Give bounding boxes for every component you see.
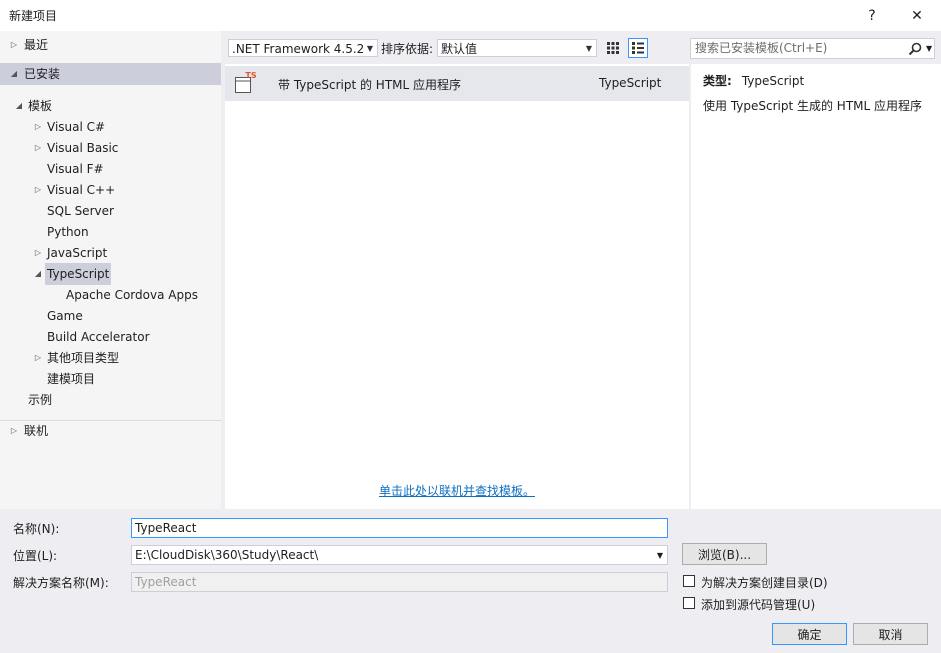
help-button[interactable]: ? [849,0,895,31]
tree-item[interactable]: ▷ Visual C++ [0,179,221,201]
list-icon [632,42,644,54]
tree-item-samples[interactable]: 示例 [0,389,221,411]
grid-icon [607,42,619,54]
expand-arrow-icon[interactable]: ▷ [33,179,43,201]
close-button[interactable]: ✕ [894,0,940,31]
name-field[interactable]: TypeReact [131,518,668,538]
framework-dropdown[interactable]: .NET Framework 4.5.2 ▼ [228,39,378,57]
expand-arrow-icon[interactable]: ▷ [9,420,19,442]
browse-button[interactable]: 浏览(B)... [682,543,767,565]
tree-item[interactable]: 建模项目 [0,368,221,390]
ts-badge: TS [245,71,256,80]
search-box[interactable]: 搜索已安装模板(Ctrl+E) ▼ [690,38,935,59]
sort-label: 排序依据: [381,42,434,56]
tree-item-label: JavaScript [47,246,108,260]
tree-item-label: Apache Cordova Apps [66,288,198,302]
name-label: 名称(N): [13,522,60,536]
collapse-arrow-icon[interactable]: ◢ [9,63,19,85]
tree-item[interactable]: Build Accelerator [0,326,221,348]
tree-item[interactable]: Visual F# [0,158,221,180]
tree-item-label: TypeScript [45,263,112,285]
template-description: 使用 TypeScript 生成的 HTML 应用程序 [703,99,923,113]
expand-arrow-icon[interactable]: ▷ [33,116,43,138]
tree-item-label: Game [47,309,83,323]
details-view-button[interactable] [628,38,648,58]
chevron-down-icon[interactable]: ▼ [657,548,663,563]
tree-item-online[interactable]: ▷ 联机 [0,420,221,442]
add-source-control-checkbox[interactable] [683,597,695,609]
tree-item[interactable]: ▷ Visual C# [0,116,221,138]
tree-item[interactable]: ▷ 其他项目类型 [0,347,221,369]
collapse-arrow-icon[interactable]: ◢ [14,95,24,117]
small-icons-view-button[interactable] [603,38,623,58]
search-icon[interactable] [908,42,922,56]
chevron-down-icon: ▼ [585,44,592,53]
tree-item-label: 建模项目 [47,372,96,386]
window-title: 新建项目 [9,9,58,23]
template-list: TS 带 TypeScript 的 HTML 应用程序 TypeScript 单… [225,64,689,509]
tree-item-label: 其他项目类型 [47,351,120,365]
tree-item[interactable]: Apache Cordova Apps [0,284,221,306]
tree-item[interactable]: ◢ TypeScript [0,263,221,285]
expand-arrow-icon[interactable]: ▷ [9,34,19,56]
create-directory-checkbox[interactable] [683,575,695,587]
expand-arrow-icon[interactable]: ▷ [33,347,43,369]
location-field[interactable]: E:\CloudDisk\360\Study\React\ ▼ [131,545,668,565]
tree-item-installed[interactable]: ◢ 已安装 [0,63,221,85]
tree-item-label: Visual F# [47,162,104,176]
list-item[interactable]: TS 带 TypeScript 的 HTML 应用程序 TypeScript [225,66,689,101]
title-bar: 新建项目 ? ✕ [0,0,941,31]
solution-name-label: 解决方案名称(M): [13,576,109,590]
search-input[interactable]: 搜索已安装模板(Ctrl+E) [695,41,827,56]
typescript-project-icon: TS [235,71,257,93]
location-label: 位置(L): [13,549,58,563]
collapse-arrow-icon[interactable]: ◢ [33,263,43,285]
template-details: 类型: TypeScript 使用 TypeScript 生成的 HTML 应用程… [691,64,941,509]
template-name: 带 TypeScript 的 HTML 应用程序 [278,78,462,92]
add-source-control-label[interactable]: 添加到源代码管理(U) [701,596,815,613]
template-tree: ▷ 最近 ◢ 已安装 ◢ 模板 ▷ Visual C# ▷ Visual Basic V… [0,31,221,509]
sort-dropdown[interactable]: 默认值 ▼ [437,39,597,57]
tree-item-label: Visual C# [47,120,106,134]
tree-item[interactable]: SQL Server [0,200,221,222]
template-language: TypeScript [599,76,662,90]
ok-button[interactable]: 确定 [772,623,847,645]
expand-arrow-icon[interactable]: ▷ [33,242,43,264]
chevron-down-icon[interactable]: ▼ [926,41,932,56]
solution-name-field: TypeReact [131,572,668,592]
tree-item-recent[interactable]: ▷ 最近 [0,34,221,56]
create-directory-label[interactable]: 为解决方案创建目录(D) [701,574,828,591]
tree-item[interactable]: ▷ Visual Basic [0,137,221,159]
tree-item-label: Build Accelerator [47,330,150,344]
tree-item[interactable]: Python [0,221,221,243]
tree-item-templates[interactable]: ◢ 模板 [0,95,221,117]
online-templates-link[interactable]: 单击此处以联机并查找模板。 [225,482,689,499]
tree-item-label: Visual C++ [47,183,116,197]
type-line: 类型: TypeScript [703,74,805,88]
tree-item-label: Visual Basic [47,141,119,155]
cancel-button[interactable]: 取消 [853,623,928,645]
tree-item-label: Python [47,225,89,239]
tree-item[interactable]: Game [0,305,221,327]
tree-item-label: SQL Server [47,204,114,218]
tree-item[interactable]: ▷ JavaScript [0,242,221,264]
expand-arrow-icon[interactable]: ▷ [33,137,43,159]
chevron-down-icon: ▼ [366,44,373,53]
